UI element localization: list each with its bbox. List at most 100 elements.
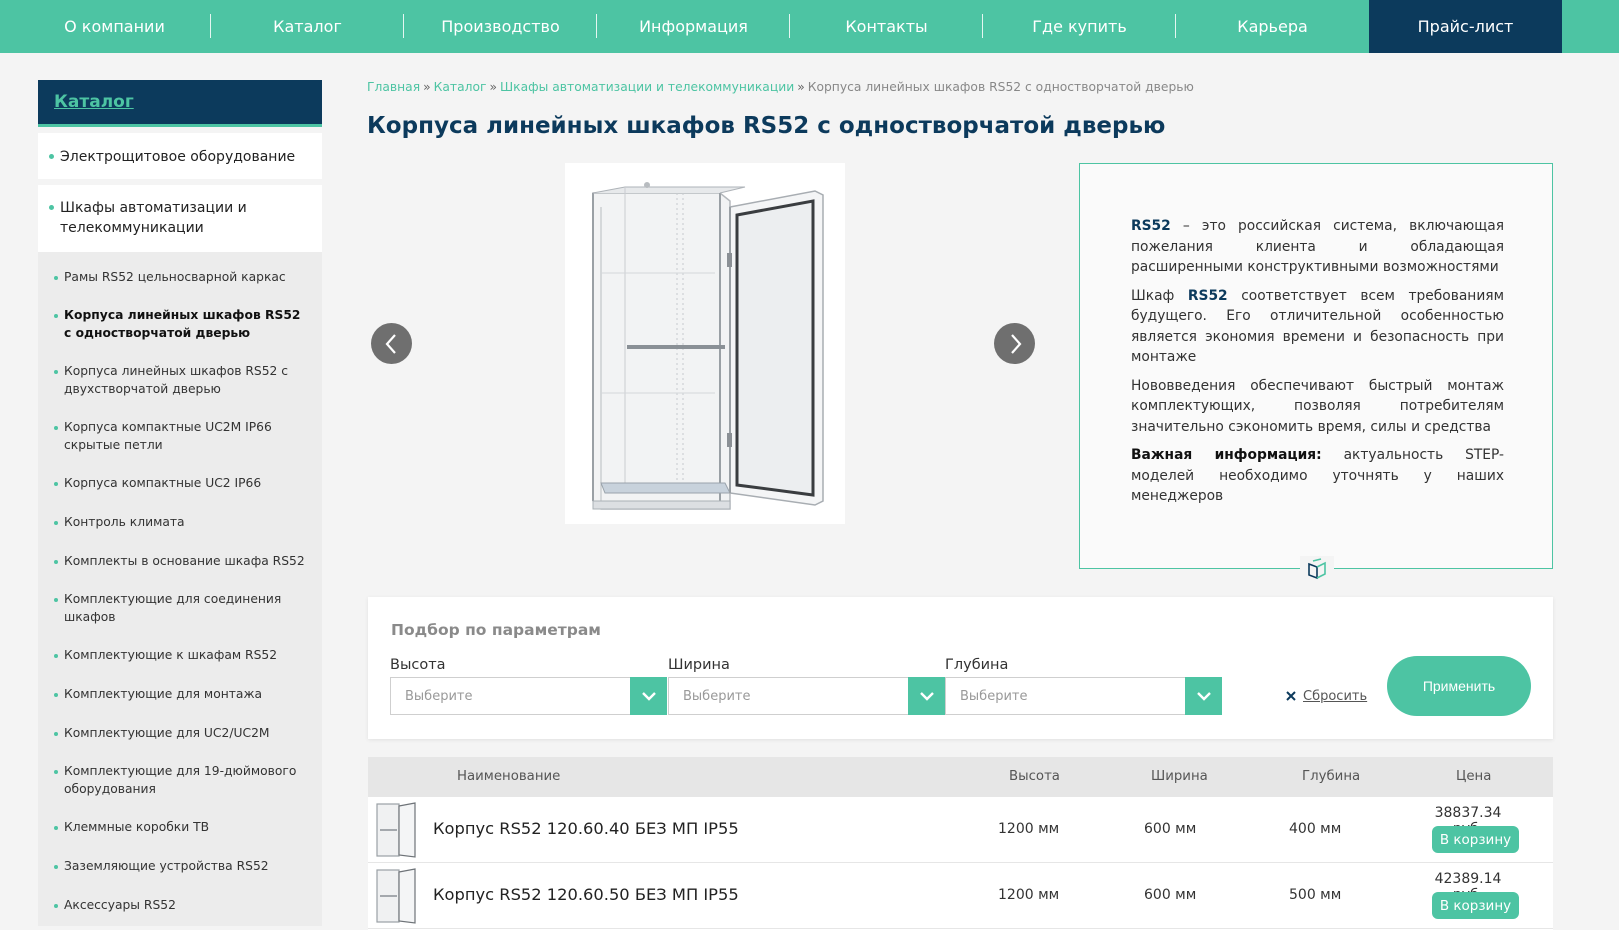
product-image: [565, 163, 845, 524]
reset-label: Сбросить: [1303, 688, 1368, 704]
nav-item-label: Информация: [639, 17, 748, 36]
column-header-price[interactable]: Цена: [1456, 769, 1491, 784]
carousel-next-button[interactable]: [994, 323, 1035, 364]
info-bold: RS52: [1187, 287, 1228, 304]
nav-item-label: О компании: [64, 17, 165, 36]
sidebar-subitem[interactable]: Комплектующие к шкафам RS52: [38, 646, 322, 664]
sidebar-subitem[interactable]: Комплектующие для UC2/UC2M: [38, 724, 322, 742]
nav-item-label: Где купить: [1032, 17, 1127, 36]
sidebar-subitem[interactable]: Корпуса компактные UC2M IP66 скрытые пет…: [38, 418, 322, 454]
chevron-down-icon: [641, 691, 656, 701]
nav-item-where-to-buy[interactable]: Где купить: [983, 0, 1176, 53]
filter-title: Подбор по параметрам: [391, 621, 601, 639]
sidebar-subitem[interactable]: Комплектующие для монтажа: [38, 685, 322, 703]
info-bold: RS52: [1131, 218, 1171, 234]
breadcrumb: Главная» Каталог» Шкафы автоматизации и те…: [367, 80, 1194, 94]
nav-item-label: Карьера: [1237, 17, 1308, 36]
sidebar-subitem[interactable]: Аксессуары RS52: [38, 896, 322, 914]
product-depth: 500 мм: [1289, 887, 1342, 903]
product-thumbnail[interactable]: [375, 867, 419, 925]
sidebar-subitem[interactable]: Комплектующие для соединения шкафов: [38, 590, 322, 626]
chevron-left-icon: [385, 333, 396, 354]
sidebar-subitem[interactable]: Корпуса линейных шкафов RS52 с двухствор…: [38, 362, 322, 398]
info-paragraph: RS52 – это российская система, включающа…: [1131, 216, 1504, 278]
sidebar-item-automation-cabinets[interactable]: Шкафы автоматизации и телекоммуникации: [38, 185, 322, 252]
nav-item-label: Прайс-лист: [1417, 17, 1514, 36]
filter-label-width: Ширина: [668, 657, 730, 673]
sidebar-subitem[interactable]: Рамы RS52 цельносварной каркас: [38, 268, 322, 286]
sidebar-subcategory-list: Рамы RS52 цельносварной каркас Корпуса л…: [38, 252, 322, 926]
info-paragraph: Важная информация: актуальность STEP-мод…: [1131, 445, 1504, 507]
column-header-width[interactable]: Ширина: [1151, 769, 1208, 784]
nav-item-label: Каталог: [273, 17, 342, 36]
sidebar-title-link[interactable]: Каталог: [54, 92, 134, 112]
product-thumbnail[interactable]: [375, 801, 419, 859]
cabinet-illustration: [592, 182, 824, 510]
nav-item-about[interactable]: О компании: [18, 0, 211, 53]
chevron-right-icon: [1010, 333, 1021, 354]
add-to-cart-button[interactable]: В корзину: [1432, 892, 1519, 919]
nav-item-label: Контакты: [845, 17, 928, 36]
sidebar-subitem[interactable]: Комплектующие для 19-дюймового оборудова…: [38, 762, 322, 798]
nav-item-label: Производство: [441, 17, 560, 36]
nav-item-information[interactable]: Информация: [597, 0, 790, 53]
sidebar-subitem[interactable]: Заземляющие устройства RS52: [38, 857, 322, 875]
sidebar-subitem[interactable]: Контроль климата: [38, 513, 322, 531]
sidebar-subitem-active[interactable]: Корпуса линейных шкафов RS52 с одноствор…: [38, 306, 322, 342]
select-placeholder: Выберите: [683, 689, 751, 704]
info-paragraph: Нововведения обеспечивают быстрый монтаж…: [1131, 376, 1504, 438]
chevron-down-icon: [919, 691, 934, 701]
product-name-link[interactable]: Корпус RS52 120.60.40 БЕЗ МП IP55: [433, 819, 739, 838]
info-text-span: – это российская система, включающая пож…: [1131, 218, 1504, 275]
width-select[interactable]: Выберите: [668, 677, 945, 715]
breadcrumb-separator: »: [797, 80, 805, 94]
filter-label-height: Высота: [390, 657, 446, 673]
catalog-sidebar: Каталог Электрощитовое оборудование Шкаф…: [38, 80, 322, 926]
info-bold: Важная информация:: [1131, 447, 1322, 463]
sidebar-item-electrical[interactable]: Электрощитовое оборудование: [38, 133, 322, 179]
nav-item-contacts[interactable]: Контакты: [790, 0, 983, 53]
breadcrumb-separator: »: [489, 80, 497, 94]
nav-item-production[interactable]: Производство: [404, 0, 597, 53]
sidebar-subitem[interactable]: Комплекты в основание шкафа RS52: [38, 552, 322, 570]
close-icon: [1286, 691, 1296, 701]
product-depth: 400 мм: [1289, 821, 1342, 837]
apply-button[interactable]: Применить: [1387, 656, 1531, 716]
column-header-height[interactable]: Высота: [1009, 769, 1060, 784]
info-box: RS52 – это российская система, включающа…: [1079, 163, 1553, 569]
top-navigation: О компании Каталог Производство Информац…: [0, 0, 1619, 53]
dropdown-toggle[interactable]: [1185, 677, 1222, 715]
nav-item-price-list[interactable]: Прайс-лист: [1369, 0, 1562, 53]
product-width: 600 мм: [1144, 821, 1197, 837]
top-navigation-items: О компании Каталог Производство Информац…: [18, 0, 1562, 53]
breadcrumb-link-home[interactable]: Главная: [367, 80, 420, 94]
chevron-down-icon: [1196, 691, 1211, 701]
column-header-name[interactable]: Наименование: [457, 769, 560, 784]
height-select[interactable]: Выберите: [390, 677, 667, 715]
sidebar-subitem[interactable]: Клеммные коробки ТВ: [38, 818, 322, 836]
carousel-prev-button[interactable]: [371, 323, 412, 364]
table-header: Наименование Высота Ширина Глубина Цена: [368, 757, 1553, 797]
dropdown-toggle[interactable]: [908, 677, 945, 715]
products-table: Наименование Высота Ширина Глубина Цена …: [368, 757, 1553, 930]
info-text: RS52 – это российская система, включающа…: [1131, 216, 1504, 515]
breadcrumb-link-catalog[interactable]: Каталог: [434, 80, 487, 94]
nav-item-catalog[interactable]: Каталог: [211, 0, 404, 53]
filter-label-depth: Глубина: [945, 657, 1009, 673]
sidebar-header: Каталог: [38, 80, 322, 127]
dropdown-toggle[interactable]: [630, 677, 667, 715]
nav-item-career[interactable]: Карьера: [1176, 0, 1369, 53]
product-name-link[interactable]: Корпус RS52 120.60.50 БЕЗ МП IP55: [433, 885, 739, 904]
product-height: 1200 мм: [998, 887, 1060, 903]
info-paragraph: Шкаф RS52 соответствует всем требованиям…: [1131, 286, 1504, 368]
column-header-depth[interactable]: Глубина: [1302, 769, 1360, 784]
parameter-filter: Подбор по параметрам Высота Выберите Шир…: [368, 597, 1553, 739]
depth-select[interactable]: Выберите: [945, 677, 1222, 715]
table-row: Корпус RS52 120.60.40 БЕЗ МП IP55 1200 м…: [368, 797, 1553, 863]
breadcrumb-link-category[interactable]: Шкафы автоматизации и телекоммуникации: [500, 80, 794, 94]
page-title: Корпуса линейных шкафов RS52 с одноствор…: [367, 113, 1166, 139]
reset-filter-link[interactable]: Сбросить: [1286, 677, 1367, 715]
sidebar-subitem[interactable]: Корпуса компактные UC2 IP66: [38, 474, 322, 492]
add-to-cart-button[interactable]: В корзину: [1432, 826, 1519, 853]
product-height: 1200 мм: [998, 821, 1060, 837]
